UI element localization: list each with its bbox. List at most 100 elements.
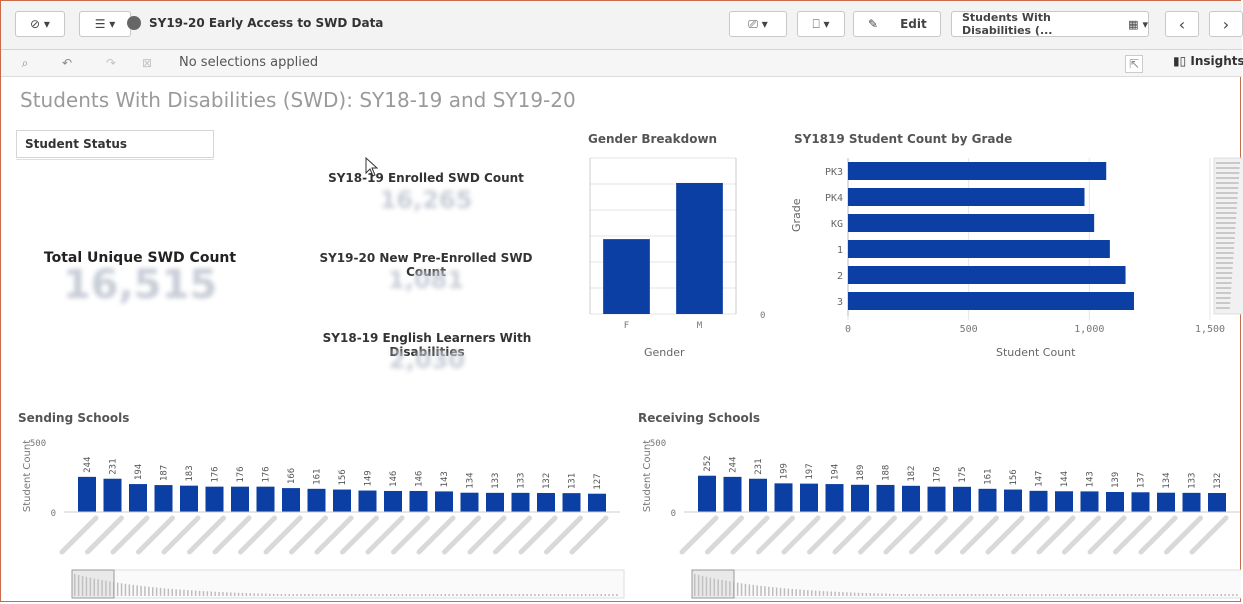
sending-bar[interactable]: [537, 492, 555, 512]
receiving-navigator-bar[interactable]: [760, 585, 762, 596]
sending-navigator-bar[interactable]: [183, 589, 185, 596]
receiving-navigator-bar[interactable]: [1013, 594, 1016, 596]
sending-navigator-bar[interactable]: [327, 594, 330, 596]
sending-navigator-bar[interactable]: [331, 594, 333, 596]
receiving-navigator-bar[interactable]: [869, 593, 872, 596]
sending-navigator-bar[interactable]: [128, 584, 131, 596]
receiving-bar[interactable]: [800, 483, 818, 512]
sending-navigator-bar[interactable]: [444, 594, 447, 596]
sending-navigator-bar[interactable]: [557, 594, 560, 596]
receiving-navigator-bar[interactable]: [889, 593, 891, 596]
receiving-navigator-bar[interactable]: [787, 588, 790, 596]
receiving-navigator-bar[interactable]: [943, 594, 946, 596]
receiving-navigator-bar[interactable]: [990, 594, 992, 596]
receiving-bar[interactable]: [1208, 492, 1226, 512]
receiving-navigator-bar[interactable]: [1037, 594, 1039, 596]
receiving-navigator-bar[interactable]: [779, 587, 782, 596]
sending-navigator-bar[interactable]: [241, 592, 244, 596]
sending-navigator-bar[interactable]: [542, 594, 544, 596]
smart-search-icon[interactable]: ⌕: [17, 55, 33, 71]
sending-bar[interactable]: [307, 488, 326, 512]
receiving-bar[interactable]: [1055, 491, 1073, 512]
receiving-navigator-bar[interactable]: [772, 587, 774, 596]
sending-navigator-bar[interactable]: [292, 594, 294, 596]
receiving-navigator-bar[interactable]: [1033, 594, 1035, 596]
step-forward-icon[interactable]: ↷: [103, 55, 119, 71]
sending-navigator-bar[interactable]: [440, 594, 443, 596]
sending-navigator-bar[interactable]: [432, 594, 435, 596]
sending-navigator-bar[interactable]: [510, 594, 513, 596]
receiving-navigator-bar[interactable]: [1006, 594, 1008, 596]
sending-navigator-bar[interactable]: [296, 594, 298, 596]
sending-navigator-bar[interactable]: [253, 593, 255, 596]
sending-bar[interactable]: [231, 486, 249, 512]
insights-button[interactable]: ▮▯ Insights: [1173, 54, 1243, 68]
receiving-navigator-bar[interactable]: [912, 594, 914, 596]
sending-navigator-bar[interactable]: [152, 587, 154, 596]
receiving-bar[interactable]: [825, 484, 844, 512]
sending-navigator-bar[interactable]: [616, 594, 618, 596]
receiving-bar[interactable]: [1080, 491, 1099, 512]
sending-navigator-bar[interactable]: [565, 594, 567, 596]
receiving-navigator-bar[interactable]: [881, 593, 883, 596]
sending-navigator-bar[interactable]: [553, 594, 556, 596]
receiving-navigator-bar[interactable]: [1208, 594, 1211, 596]
sending-navigator-bar[interactable]: [549, 594, 552, 596]
sending-navigator-bar[interactable]: [335, 594, 337, 596]
sending-navigator-bar[interactable]: [495, 594, 497, 596]
receiving-navigator-bar[interactable]: [885, 593, 887, 596]
receiving-navigator-bar[interactable]: [811, 590, 813, 596]
sending-navigator-bar[interactable]: [370, 594, 372, 596]
sending-navigator-bar[interactable]: [499, 594, 501, 596]
receiving-navigator-bar[interactable]: [924, 594, 926, 596]
sending-navigator-bar[interactable]: [405, 594, 408, 596]
sending-navigator-bar[interactable]: [545, 594, 548, 596]
receiving-bar[interactable]: [978, 488, 997, 512]
sending-navigator-bar[interactable]: [198, 590, 201, 596]
receiving-navigator-bar[interactable]: [1173, 594, 1176, 596]
sending-bar[interactable]: [588, 493, 606, 512]
sending-navigator-bar[interactable]: [452, 594, 454, 596]
receiving-navigator-bar[interactable]: [963, 594, 965, 596]
receiving-navigator-bar[interactable]: [752, 584, 755, 596]
receiving-navigator-bar[interactable]: [1228, 594, 1230, 596]
sending-navigator-bar[interactable]: [467, 594, 470, 596]
receiving-navigator-bar[interactable]: [1212, 594, 1215, 596]
sending-bar[interactable]: [256, 486, 275, 512]
sending-navigator-bar[interactable]: [506, 594, 509, 596]
sending-navigator-bar[interactable]: [393, 594, 396, 596]
receiving-navigator-bar[interactable]: [967, 594, 969, 596]
gender-bar[interactable]: [676, 182, 723, 314]
receiving-navigator-bar[interactable]: [1185, 594, 1187, 596]
sending-navigator-bar[interactable]: [343, 594, 345, 596]
receiving-navigator-bar[interactable]: [744, 583, 747, 596]
receiving-navigator-bar[interactable]: [1119, 594, 1121, 596]
sending-navigator-bar[interactable]: [425, 594, 427, 596]
sending-bar[interactable]: [511, 492, 530, 512]
sending-navigator-bar[interactable]: [155, 587, 158, 596]
sending-navigator-bar[interactable]: [382, 594, 384, 596]
sending-navigator-bar[interactable]: [514, 594, 517, 596]
receiving-navigator-bar[interactable]: [783, 588, 786, 596]
sending-navigator-bar[interactable]: [409, 594, 411, 596]
receiving-navigator-bar[interactable]: [986, 594, 989, 596]
sending-navigator-bar[interactable]: [132, 584, 135, 596]
grade-count-chart[interactable]: 0 500 1,000 1,500 PK3 PK4 KG 1 2 3: [794, 150, 1243, 362]
receiving-navigator-bar[interactable]: [1142, 594, 1145, 596]
sending-navigator-bar[interactable]: [471, 594, 474, 596]
sending-navigator-bar[interactable]: [522, 594, 525, 596]
sending-navigator-bar[interactable]: [319, 594, 322, 596]
sending-navigator-bar[interactable]: [592, 594, 595, 596]
receiving-navigator-bar[interactable]: [756, 585, 758, 596]
navigation-menu-button[interactable]: ⊘ ▾: [15, 11, 65, 37]
receiving-navigator-bar[interactable]: [1130, 594, 1133, 596]
sheet-selector-button[interactable]: Students With Disabilities (... ▦ ▾: [951, 11, 1149, 37]
sending-bar[interactable]: [282, 488, 300, 512]
receiving-navigator-bar[interactable]: [1045, 594, 1047, 596]
receiving-navigator-bar[interactable]: [978, 594, 981, 596]
receiving-navigator-bar[interactable]: [795, 589, 797, 596]
sending-navigator-bar[interactable]: [124, 583, 127, 596]
receiving-navigator-bar[interactable]: [1169, 594, 1172, 596]
student-status-filter[interactable]: Student Status: [16, 130, 214, 158]
receiving-navigator-bar[interactable]: [838, 591, 840, 596]
